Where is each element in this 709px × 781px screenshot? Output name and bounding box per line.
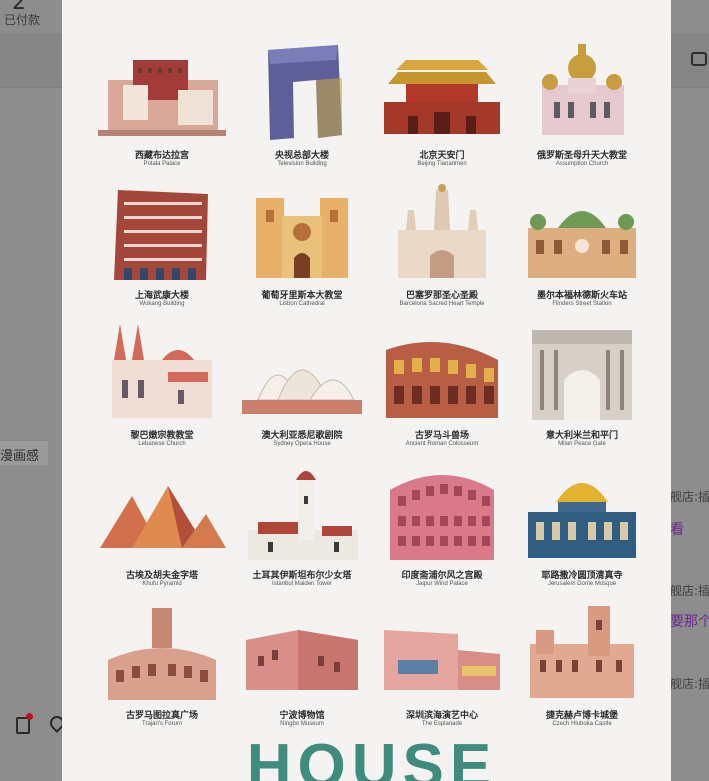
landmark-name-en: Beijing Tiananmen <box>417 161 467 167</box>
landmark-name-en: Jerusalem Dome Mosque <box>547 581 617 587</box>
sacred-heart-temple-illustration <box>398 184 486 278</box>
landmark-name-en: Istanbul Maiden Tower <box>272 581 332 587</box>
landmark-name-cn: 意大利米兰和平门 <box>545 431 618 441</box>
landmark-name-en: Potala Palace <box>143 161 181 167</box>
landmark-name-cn: 土耳其伊斯坦布尔少女塔 <box>252 571 352 581</box>
chat-link-1[interactable]: 看 <box>670 519 684 539</box>
landmark-name-en: Trajan's Forum <box>142 721 182 727</box>
landmark-name-cn: 古埃及胡夫金字塔 <box>125 571 198 581</box>
lisbon-cathedral-illustration <box>256 198 348 278</box>
landmark-name-en: Lebanese Church <box>138 441 186 447</box>
hluboka-castle-illustration <box>530 606 634 698</box>
landmark-name-en: Television Building <box>277 161 327 167</box>
landmark-name-cn: 古罗马图拉真广场 <box>125 711 198 721</box>
landmark-name-en: Milan Peace Gate <box>558 441 606 447</box>
dome-mosque-illustration <box>528 483 636 558</box>
chat-message-2: 舰店:插 <box>670 584 709 598</box>
landmark-name-en: Czech Hluboka Castle <box>552 721 612 727</box>
landmark-card: 古罗马图拉真广场 Trajan's Forum <box>92 600 232 742</box>
assumption-church-illustration <box>542 44 624 135</box>
landmark-card: 古罗马斗兽场 Ancient Roman Colosseum <box>372 320 512 462</box>
landmark-card: 北京天安门 Beijing Tiananmen <box>372 40 512 182</box>
landmark-name-cn: 墨尔本福林德斯火车站 <box>536 291 627 301</box>
paid-label[interactable]: 已付款 <box>4 11 40 28</box>
landmark-card: 巴塞罗那圣心圣殿 Barcelona Sacred Heart Temple <box>372 180 512 322</box>
poster-image[interactable]: 西藏布达拉宫 Potala Palace 央视总部大楼 Television B… <box>62 0 671 781</box>
landmark-card: 意大利米兰和平门 Milan Peace Gate <box>512 320 652 462</box>
landmark-card: 西藏布达拉宫 Potala Palace <box>92 40 232 182</box>
landmark-name-cn: 上海武康大楼 <box>134 291 189 301</box>
landmark-card: 耶路撒冷圆顶清真寺 Jerusalem Dome Mosque <box>512 460 652 602</box>
landmark-name-cn: 宁波博物馆 <box>279 711 325 721</box>
landmark-name-cn: 澳大利亚悉尼歌剧院 <box>261 431 343 441</box>
sydney-opera-house-illustration <box>242 369 362 414</box>
landmark-card: 上海武康大楼 Wukang Building <box>92 180 232 322</box>
landmark-name-en: Barcelona Sacred Heart Temple <box>399 301 485 307</box>
landmark-card: 捷克赫卢博卡城堡 Czech Hluboka Castle <box>512 600 652 742</box>
trajans-forum-illustration <box>108 608 216 700</box>
landmark-name-en: The Esplanade <box>421 721 463 727</box>
tiananmen-illustration <box>384 60 500 134</box>
landmark-name-en: Ancient Roman Colosseum <box>405 441 479 447</box>
landmark-name-cn: 捷克赫卢博卡城堡 <box>545 711 618 721</box>
landmark-card: 黎巴嫩宗教教堂 Lebanese Church <box>92 320 232 462</box>
landmark-name-en: Lisbon Cathedral <box>279 301 325 307</box>
flinders-station-illustration <box>528 211 636 278</box>
landmark-name-cn: 黎巴嫩宗教教堂 <box>130 431 194 441</box>
landmark-name-en: Ningbo Museum <box>280 721 324 727</box>
potala-palace-illustration <box>98 60 226 136</box>
wukang-building-illustration <box>114 190 208 280</box>
esplanade-illustration <box>384 630 500 690</box>
landmark-card: 印度斋浦尔风之宫殿 Jaipur Wind Palace <box>372 460 512 602</box>
chat-message-3: 舰店:插 <box>670 677 709 691</box>
landmark-name-cn: 耶路撒冷圆顶清真寺 <box>541 571 623 581</box>
landmark-card: 深圳滨海演艺中心 The Esplanade <box>372 600 512 742</box>
document-icon[interactable] <box>16 713 33 734</box>
landmark-name-cn: 俄罗斯圣母升天大教堂 <box>536 151 627 161</box>
landmark-name-cn: 深圳滨海演艺中心 <box>405 711 478 721</box>
lebanese-church-illustration <box>112 324 212 418</box>
milan-peace-gate-illustration <box>532 330 632 420</box>
landmark-name-en: Sydney Opera House <box>273 441 331 447</box>
ningbo-museum-illustration <box>246 630 358 690</box>
jaipur-wind-palace-illustration <box>390 475 494 560</box>
cctv-building-illustration <box>268 45 342 140</box>
landmark-card: 土耳其伊斯坦布尔少女塔 Istanbul Maiden Tower <box>232 460 372 602</box>
landmark-card: 古埃及胡夫金字塔 Khufu Pyramid <box>92 460 232 602</box>
landmark-card: 墨尔本福林德斯火车站 Flinders Street Station <box>512 180 652 322</box>
landmark-name-en: Wukang Building <box>139 301 185 307</box>
landmark-card: 宁波博物馆 Ningbo Museum <box>232 600 372 742</box>
bottom-toolbar <box>0 705 67 745</box>
landmark-name-en: Assumption Church <box>555 161 609 167</box>
landmark-name-en: Flinders Street Station <box>552 301 612 307</box>
video-call-icon[interactable] <box>691 52 707 66</box>
landmark-name-cn: 葡萄牙里斯本大教堂 <box>261 291 343 301</box>
landmark-name-cn: 巴塞罗那圣心圣殿 <box>405 291 478 301</box>
chat-message-1: 舰店:插 <box>670 490 709 504</box>
landmark-name-en: Jaipur Wind Palace <box>416 581 468 587</box>
landmark-name-en: Khufu Pyramid <box>142 581 182 587</box>
landmark-card: 葡萄牙里斯本大教堂 Lisbon Cathedral <box>232 180 372 322</box>
landmark-name-cn: 央视总部大楼 <box>274 151 329 161</box>
landmark-card: 央视总部大楼 Television Building <box>232 40 372 182</box>
landmark-name-cn: 北京天安门 <box>419 151 465 161</box>
landmark-name-cn: 西藏布达拉宫 <box>134 151 189 161</box>
landmark-card: 澳大利亚悉尼歌剧院 Sydney Opera House <box>232 320 372 462</box>
khufu-pyramid-illustration <box>100 486 226 548</box>
landmark-name-cn: 古罗马斗兽场 <box>414 431 469 441</box>
landmark-name-cn: 印度斋浦尔风之宫殿 <box>401 571 483 581</box>
landmark-card: 俄罗斯圣母升天大教堂 Assumption Church <box>512 40 652 182</box>
left-tag-label: 漫画感 <box>0 449 40 464</box>
poster-footer-title: HOUSE <box>246 732 498 781</box>
chat-link-2[interactable]: 要那个 <box>670 611 709 631</box>
maiden-tower-illustration <box>248 471 358 560</box>
colosseum-illustration <box>386 342 498 418</box>
left-tag-chip[interactable]: 漫画感 <box>0 440 48 465</box>
